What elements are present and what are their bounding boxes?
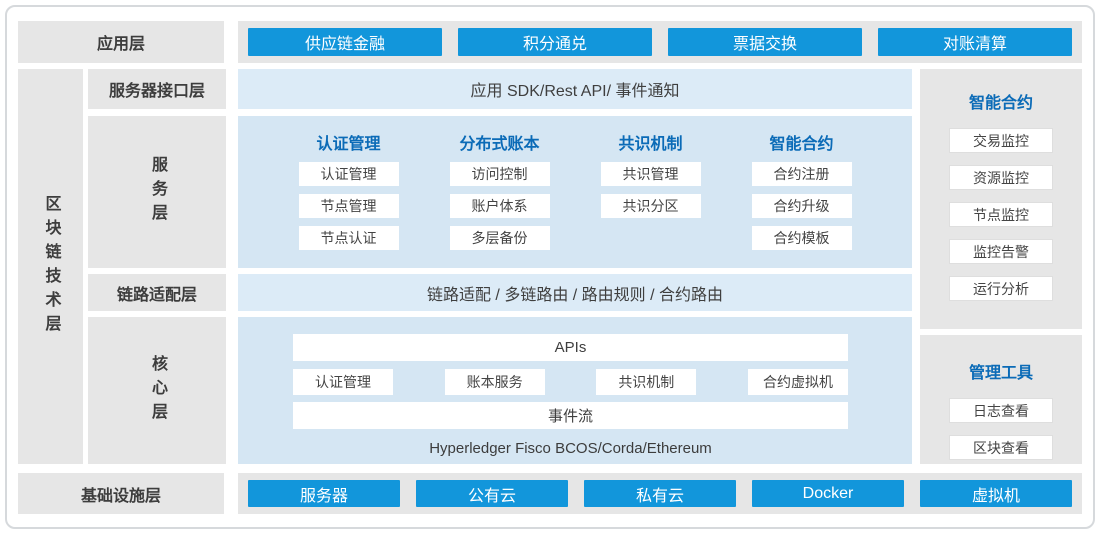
monitor-node-node: 节点监控 xyxy=(949,202,1053,227)
service-node: 认证管理 xyxy=(299,162,399,186)
infra-layer-band: 服务器 公有云 私有云 Docker 虚拟机 xyxy=(238,473,1082,514)
app-layer-label: 应用层 xyxy=(18,21,224,63)
app-node-bill-exchange: 票据交换 xyxy=(668,28,862,56)
core-module-auth: 认证管理 xyxy=(293,369,393,395)
core-modules-row: 认证管理 账本服务 共识机制 合约虚拟机 xyxy=(293,369,848,395)
monitor-panel-title: 智能合约 xyxy=(969,89,1033,113)
service-column-title: 共识机制 xyxy=(618,130,682,151)
service-node: 共识分区 xyxy=(601,194,701,218)
infra-node-public-cloud: 公有云 xyxy=(416,480,568,507)
core-layer-panel: APIs 认证管理 账本服务 共识机制 合约虚拟机 事件流 Hyperledge… xyxy=(238,317,912,464)
service-layer-label: 服务层 xyxy=(88,116,226,268)
infra-node-docker: Docker xyxy=(752,480,904,507)
service-node: 节点认证 xyxy=(299,226,399,250)
service-interface-layer-label: 服务器接口层 xyxy=(88,69,226,109)
service-column-title: 认证管理 xyxy=(316,130,380,151)
platforms-text: Hyperledger Fisco BCOS/Corda/Ethereum xyxy=(293,440,848,457)
service-node: 访问控制 xyxy=(450,162,550,186)
tools-panel: 管理工具 日志查看 区块查看 xyxy=(920,335,1082,464)
service-node: 合约升级 xyxy=(752,194,852,218)
core-module-ledger-service: 账本服务 xyxy=(445,369,545,395)
service-column-smart-contract: 智能合约 合约注册 合约升级 合约模板 xyxy=(726,130,877,268)
sdk-api-bar: 应用 SDK/Rest API/ 事件通知 xyxy=(238,69,912,109)
core-module-consensus: 共识机制 xyxy=(596,369,696,395)
blockchain-architecture-diagram: 应用层 供应链金融 积分通兑 票据交换 对账清算 区块链技术层 服务器接口层 应… xyxy=(0,0,1100,534)
infra-node-server: 服务器 xyxy=(248,480,400,507)
service-node: 账户体系 xyxy=(450,194,550,218)
blockchain-tech-layer-label: 区块链技术层 xyxy=(39,195,63,339)
app-layer-band: 供应链金融 积分通兑 票据交换 对账清算 xyxy=(238,21,1082,63)
monitor-node-transaction: 交易监控 xyxy=(949,128,1053,153)
service-column-auth: 认证管理 认证管理 节点管理 节点认证 xyxy=(273,130,424,268)
monitor-node-analysis: 运行分析 xyxy=(949,276,1053,301)
service-layer-panel: 认证管理 认证管理 节点管理 节点认证 分布式账本 访问控制 账户体系 多层备份 xyxy=(238,116,912,268)
infra-node-private-cloud: 私有云 xyxy=(584,480,736,507)
app-node-supply-chain-finance: 供应链金融 xyxy=(248,28,442,56)
app-node-reconciliation-clearing: 对账清算 xyxy=(878,28,1072,56)
tools-panel-title: 管理工具 xyxy=(969,359,1033,383)
monitor-panel: 智能合约 交易监控 资源监控 节点监控 监控告警 运行分析 xyxy=(920,69,1082,329)
blockchain-tech-layer-rail: 区块链技术层 xyxy=(18,69,83,464)
core-layer-row: 核心层 APIs 认证管理 账本服务 共识机制 合约虚拟机 事件流 Hyperl… xyxy=(88,317,912,464)
service-layer-row: 服务层 认证管理 认证管理 节点管理 节点认证 分布式账本 访问控制 账户体系 xyxy=(88,116,912,268)
diagram-frame: 应用层 供应链金融 积分通兑 票据交换 对账清算 区块链技术层 服务器接口层 应… xyxy=(5,5,1095,529)
link-adapter-layer-label: 链路适配层 xyxy=(88,274,226,311)
link-adapter-bar: 链路适配 / 多链路由 / 路由规则 / 合约路由 xyxy=(238,274,912,311)
service-column-title: 智能合约 xyxy=(769,130,833,151)
monitor-node-alert: 监控告警 xyxy=(949,239,1053,264)
infra-node-vm: 虚拟机 xyxy=(920,480,1072,507)
service-node: 合约注册 xyxy=(752,162,852,186)
monitor-node-resource: 资源监控 xyxy=(949,165,1053,190)
service-column-title: 分布式账本 xyxy=(459,130,539,151)
core-layer-label-text: 核心层 xyxy=(145,355,169,427)
app-layer-row: 应用层 供应链金融 积分通兑 票据交换 对账清算 xyxy=(18,21,1082,63)
link-adapter-layer-row: 链路适配层 链路适配 / 多链路由 / 路由规则 / 合约路由 xyxy=(88,274,912,311)
infra-layer-label: 基础设施层 xyxy=(18,473,224,514)
service-column-consensus: 共识机制 共识管理 共识分区 xyxy=(575,130,726,268)
service-layer-label-text: 服务层 xyxy=(145,156,169,228)
service-interface-layer-row: 服务器接口层 应用 SDK/Rest API/ 事件通知 xyxy=(88,69,912,109)
service-node: 节点管理 xyxy=(299,194,399,218)
app-node-points-exchange: 积分通兑 xyxy=(458,28,652,56)
event-stream-bar: 事件流 xyxy=(293,402,848,429)
apis-bar: APIs xyxy=(293,334,848,361)
tech-layers-column: 服务器接口层 应用 SDK/Rest API/ 事件通知 服务层 认证管理 认证… xyxy=(88,69,912,464)
core-layer-label: 核心层 xyxy=(88,317,226,464)
right-panels-column: 智能合约 交易监控 资源监控 节点监控 监控告警 运行分析 管理工具 日志查看 … xyxy=(920,69,1082,464)
service-column-ledger: 分布式账本 访问控制 账户体系 多层备份 xyxy=(424,130,575,268)
service-node: 共识管理 xyxy=(601,162,701,186)
blockchain-tech-section: 区块链技术层 服务器接口层 应用 SDK/Rest API/ 事件通知 服务层 … xyxy=(18,69,1082,464)
service-node: 合约模板 xyxy=(752,226,852,250)
tool-node-block-viewer: 区块查看 xyxy=(949,435,1053,460)
service-node: 多层备份 xyxy=(450,226,550,250)
core-module-contract-vm: 合约虚拟机 xyxy=(748,369,848,395)
infra-layer-row: 基础设施层 服务器 公有云 私有云 Docker 虚拟机 xyxy=(18,473,1082,514)
tool-node-log-viewer: 日志查看 xyxy=(949,398,1053,423)
